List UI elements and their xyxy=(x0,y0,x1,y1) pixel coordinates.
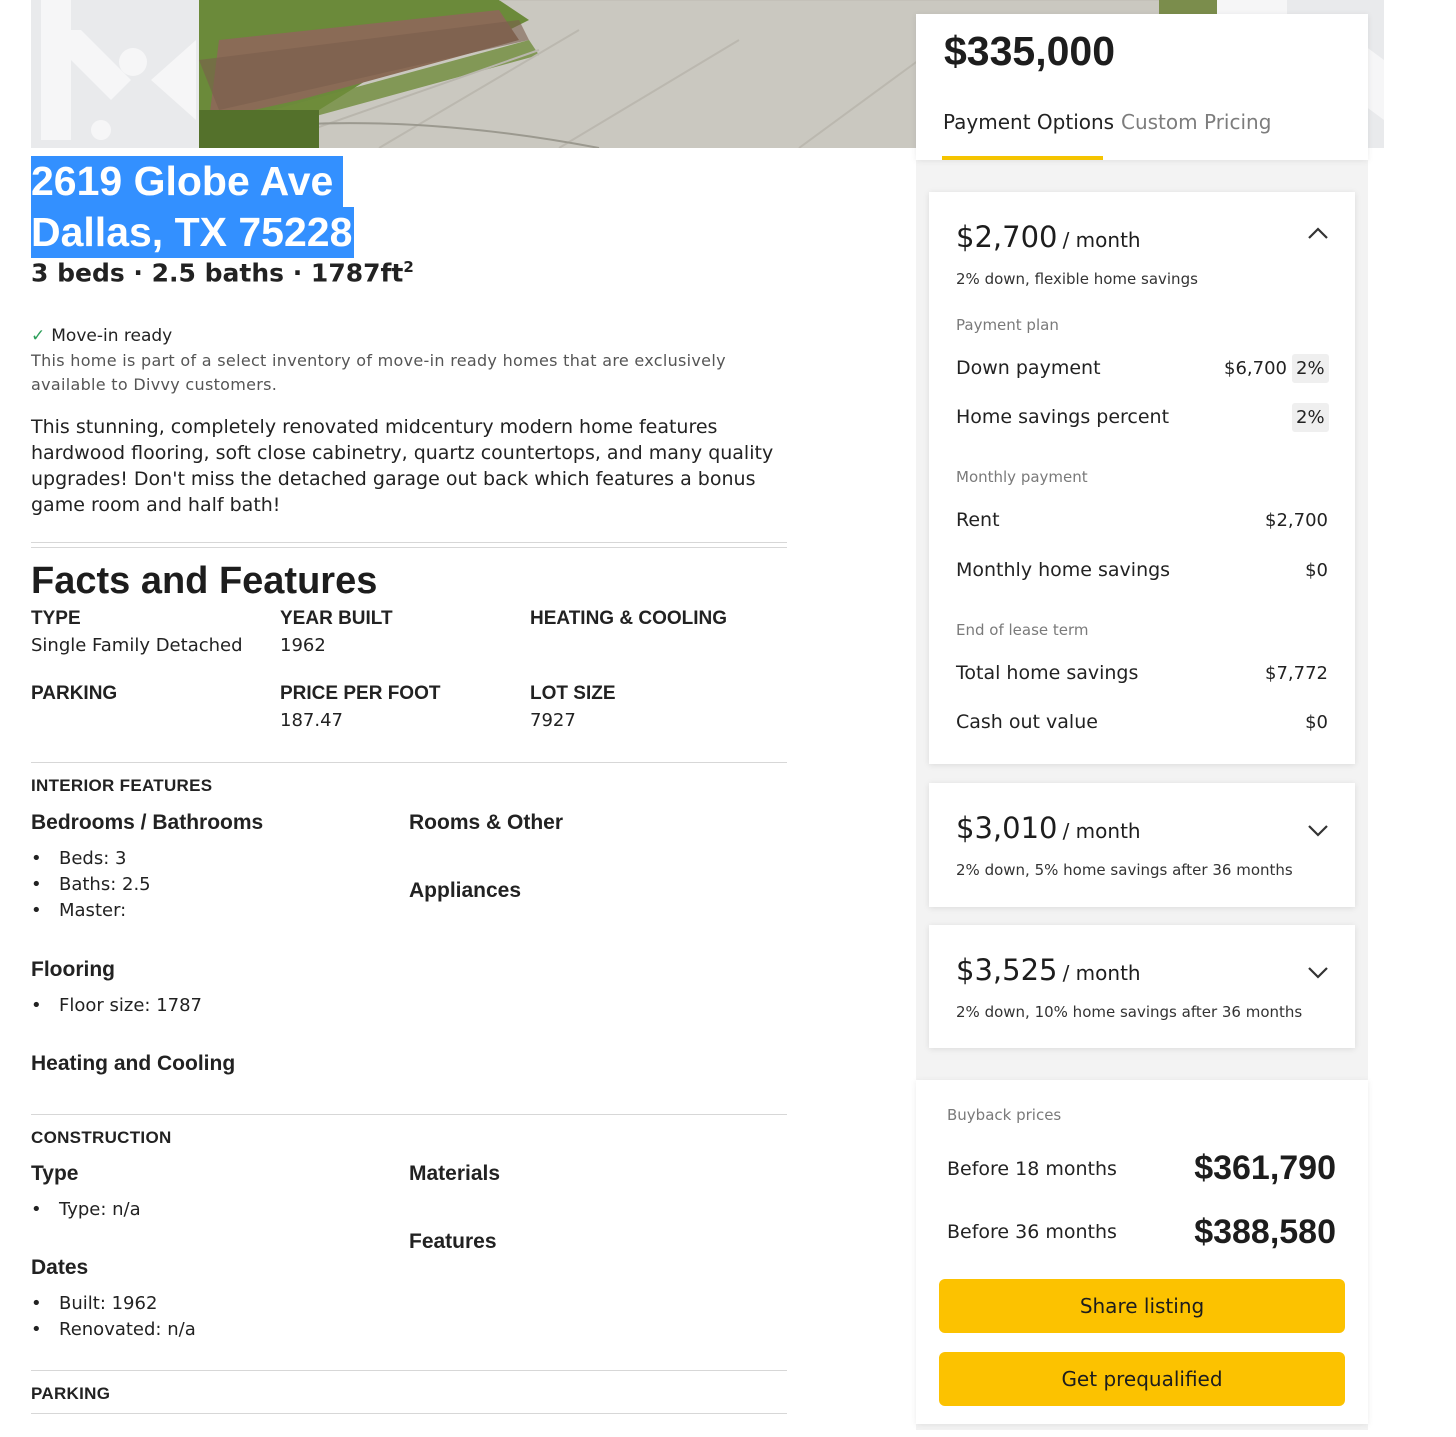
plan-summary: 2% down, 10% home savings after 36 month… xyxy=(956,1003,1303,1021)
listing-description: This stunning, completely renovated midc… xyxy=(31,416,774,516)
bed-bath-title: Bedrooms / Bathrooms xyxy=(31,811,264,834)
payment-plan-card[interactable] xyxy=(929,783,1355,907)
fact-label-type: TYPE xyxy=(31,608,81,629)
flooring-title: Flooring xyxy=(31,958,115,981)
dates-list: Built: 1962 Renovated: n/a xyxy=(31,1291,196,1343)
plan-summary: 2% down, 5% home savings after 36 months xyxy=(956,861,1293,879)
tab-custom-pricing[interactable]: Custom Pricing xyxy=(1121,110,1271,134)
divider xyxy=(31,1370,787,1371)
monthly-payment-label: Monthly payment xyxy=(956,468,1088,486)
construction-heading: CONSTRUCTION xyxy=(31,1128,172,1147)
rent-label: Rent xyxy=(956,509,1000,531)
move-in-description: This home is part of a select inventory … xyxy=(31,351,726,394)
plan-3-price: $3,525 / month xyxy=(956,953,1141,987)
chevron-down-icon[interactable] xyxy=(1306,820,1330,845)
down-payment-value: $6,700 xyxy=(1224,358,1287,379)
list-item: Beds: 3 xyxy=(31,846,151,872)
list-item: Renovated: n/a xyxy=(31,1317,196,1343)
fact-value-price-per-foot: 187.47 xyxy=(280,710,343,731)
address-line-1: 2619 Globe Ave xyxy=(31,156,344,207)
monthly-home-savings-label: Monthly home savings xyxy=(956,559,1171,581)
active-tab-indicator xyxy=(942,156,1103,160)
move-in-label: Move-in ready xyxy=(51,326,173,346)
list-item: Floor size: 1787 xyxy=(31,993,202,1019)
move-in-status: ✓ Move-in ready xyxy=(31,326,172,346)
fact-value-lot-size: 7927 xyxy=(530,710,576,731)
plan-amount: $3,010 xyxy=(956,811,1058,845)
list-item: Master: xyxy=(31,898,151,924)
specs-superscript: 2 xyxy=(403,258,414,276)
appliances-title: Appliances xyxy=(409,879,522,902)
construction-type-title: Type xyxy=(31,1162,79,1185)
listing-price: $335,000 xyxy=(944,28,1116,74)
materials-title: Materials xyxy=(409,1162,501,1185)
address-line-2: Dallas, TX 75228 xyxy=(31,207,355,258)
buyback-row-label: Before 18 months xyxy=(947,1158,1117,1180)
down-payment-label: Down payment xyxy=(956,357,1101,379)
divider xyxy=(31,547,787,548)
tab-payment-options[interactable]: Payment Options xyxy=(943,110,1114,134)
buyback-row-label: Before 36 months xyxy=(947,1221,1117,1243)
check-icon: ✓ xyxy=(31,326,46,346)
construction-features-title: Features xyxy=(409,1230,497,1253)
flooring-list: Floor size: 1787 xyxy=(31,993,202,1019)
home-savings-percent-label: Home savings percent xyxy=(956,406,1170,428)
fact-value-year-built: 1962 xyxy=(280,635,326,656)
specs-text: 3 beds · 2.5 baths · 1787ft xyxy=(31,258,404,288)
list-item: Built: 1962 xyxy=(31,1291,196,1317)
chevron-up-icon[interactable] xyxy=(1306,222,1330,247)
plan-per: / month xyxy=(1062,961,1141,985)
construction-type-list: Type: n/a xyxy=(31,1197,141,1223)
facts-title: Facts and Features xyxy=(31,560,378,602)
fact-label-year-built: YEAR BUILT xyxy=(280,608,393,629)
cash-out-value: $0 xyxy=(1305,712,1328,733)
payment-plan-label: Payment plan xyxy=(956,316,1059,334)
listing-address: 2619 Globe Ave Dallas, TX 75228 xyxy=(31,156,355,258)
list-item: Baths: 2.5 xyxy=(31,872,151,898)
divider xyxy=(31,1413,787,1414)
total-home-savings-value: $7,772 xyxy=(1265,663,1328,684)
plan-per: / month xyxy=(1062,819,1141,843)
share-listing-button[interactable]: Share listing xyxy=(939,1279,1345,1333)
rent-value: $2,700 xyxy=(1265,510,1328,531)
buyback-row-value: $388,580 xyxy=(1194,1213,1336,1251)
fact-label-heating-cooling: HEATING & COOLING xyxy=(530,608,728,629)
plan-summary: 2% down, flexible home savings xyxy=(956,270,1198,288)
fact-value-type: Single Family Detached xyxy=(31,635,243,656)
fact-label-price-per-foot: PRICE PER FOOT xyxy=(280,683,441,704)
parking-heading: PARKING xyxy=(31,1384,111,1403)
logo-pattern-left xyxy=(31,0,199,148)
divider xyxy=(31,542,787,543)
get-prequalified-button[interactable]: Get prequalified xyxy=(939,1352,1345,1406)
listing-specs: 3 beds · 2.5 baths · 1787ft2 xyxy=(31,258,414,287)
end-of-lease-label: End of lease term xyxy=(956,621,1089,639)
total-home-savings-label: Total home savings xyxy=(956,662,1139,684)
cash-out-label: Cash out value xyxy=(956,711,1098,733)
plan-1-price: $2,700 / month xyxy=(956,220,1141,254)
list-item: Type: n/a xyxy=(31,1197,141,1223)
bed-bath-list: Beds: 3 Baths: 2.5 Master: xyxy=(31,846,151,924)
plan-amount: $2,700 xyxy=(956,220,1058,254)
plan-per: / month xyxy=(1062,228,1141,252)
buyback-label: Buyback prices xyxy=(947,1106,1062,1124)
plan-2-price: $3,010 / month xyxy=(956,811,1141,845)
fact-label-parking: PARKING xyxy=(31,683,118,704)
buyback-row-value: $361,790 xyxy=(1194,1149,1336,1187)
monthly-home-savings-value: $0 xyxy=(1305,560,1328,581)
plan-amount: $3,525 xyxy=(956,953,1058,987)
down-payment-percent[interactable]: 2% xyxy=(1292,354,1329,383)
interior-features-heading: INTERIOR FEATURES xyxy=(31,776,213,795)
rooms-other-title: Rooms & Other xyxy=(409,811,564,834)
dates-title: Dates xyxy=(31,1256,89,1279)
divider xyxy=(31,1114,787,1115)
heating-cooling-title: Heating and Cooling xyxy=(31,1052,236,1075)
fact-label-lot-size: LOT SIZE xyxy=(530,683,616,704)
chevron-down-icon[interactable] xyxy=(1306,962,1330,987)
divider xyxy=(31,762,787,763)
home-savings-percent[interactable]: 2% xyxy=(1292,403,1329,432)
